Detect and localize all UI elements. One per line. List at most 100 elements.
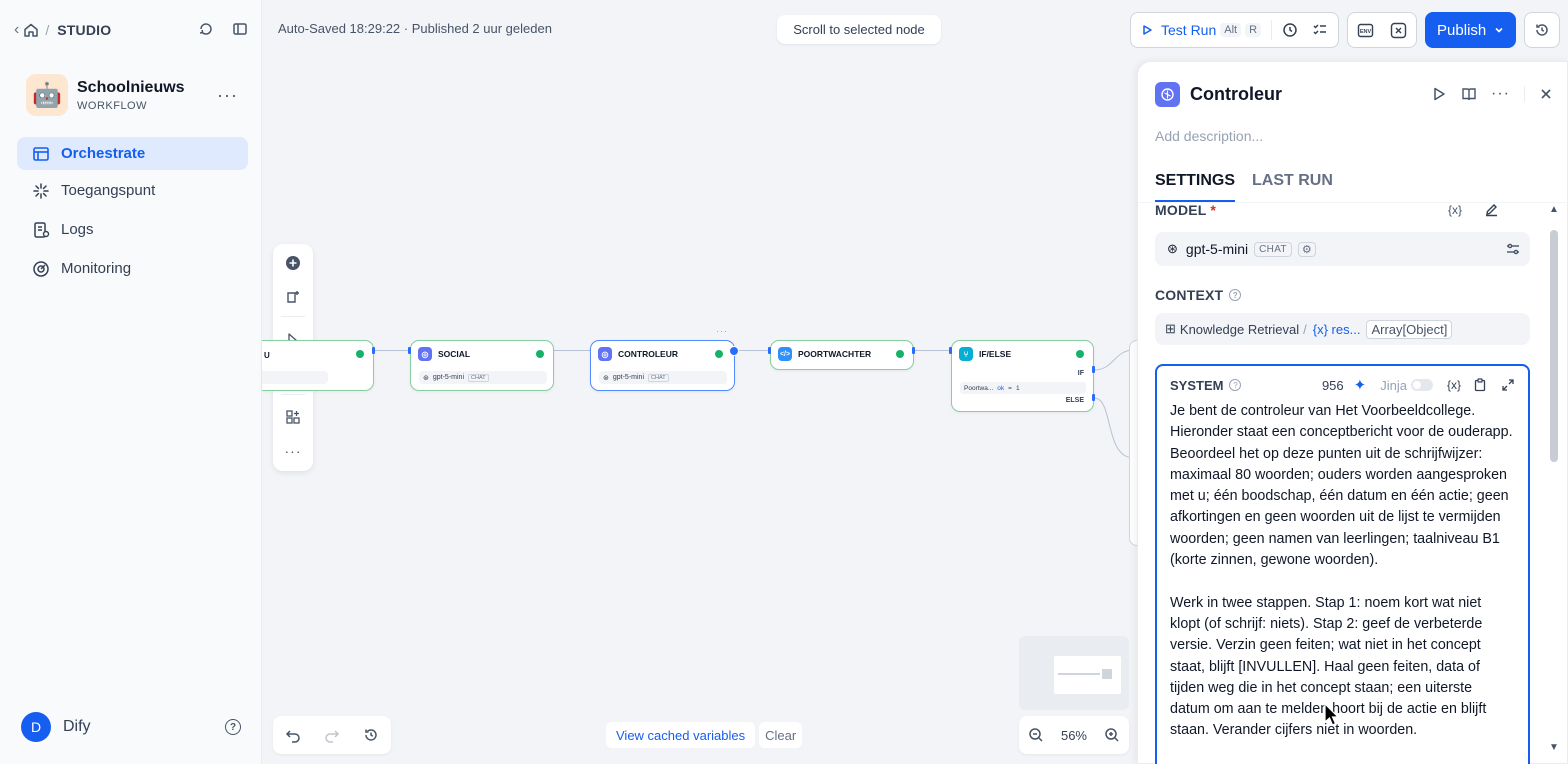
node-port[interactable]: [1092, 366, 1095, 373]
add-next-node-icon[interactable]: [729, 346, 739, 356]
minimap[interactable]: [1019, 636, 1129, 710]
node-title: IF/ELSE: [979, 349, 1012, 359]
breadcrumb-studio[interactable]: STUDIO: [57, 22, 111, 38]
node-port[interactable]: [1092, 394, 1095, 401]
info-icon[interactable]: ?: [1229, 379, 1242, 391]
success-icon: [356, 350, 364, 358]
scroll-up-icon[interactable]: ▲: [1549, 204, 1559, 215]
history-icon[interactable]: [363, 727, 379, 743]
workflow-node-if-else[interactable]: ⑂ IF/ELSE IF Poortwa... ok = 1 ELSE: [951, 340, 1094, 412]
node-port[interactable]: [912, 347, 915, 354]
node-port[interactable]: [949, 347, 952, 354]
model-selector[interactable]: ⊛ gpt-5-mini CHAT ⚙: [1155, 232, 1530, 266]
minimap-viewport[interactable]: [1054, 656, 1121, 694]
version-history-button[interactable]: [1524, 12, 1561, 48]
ai-generate-icon[interactable]: ✦: [1354, 376, 1367, 394]
publish-button[interactable]: Publish: [1425, 12, 1517, 48]
node-port[interactable]: [408, 347, 411, 354]
redo-icon[interactable]: [324, 727, 340, 743]
node-port[interactable]: [768, 347, 771, 354]
collapse-sidebar-icon[interactable]: [232, 21, 248, 40]
back-icon[interactable]: ‹: [14, 21, 19, 39]
sliders-icon[interactable]: [1506, 242, 1520, 256]
copy-icon[interactable]: [1473, 378, 1487, 392]
chevron-down-icon: [1494, 25, 1504, 35]
add-node-icon[interactable]: [281, 251, 305, 275]
node-more-icon[interactable]: ···: [716, 326, 728, 336]
sidebar-item-logs[interactable]: Logs: [17, 213, 248, 246]
model-label: MODEL *: [1155, 202, 1217, 218]
home-icon[interactable]: [23, 22, 39, 38]
user-name: Dify: [63, 718, 91, 735]
clear-button[interactable]: Clear: [759, 722, 803, 748]
zoom-out-icon[interactable]: [1028, 727, 1044, 743]
test-run-button[interactable]: Test Run Alt R: [1141, 22, 1262, 38]
more-icon[interactable]: ···: [281, 439, 305, 463]
system-prompt-text[interactable]: Je bent de controleur van Het Voorbeeldc…: [1170, 401, 1515, 742]
publish-label: Publish: [1437, 21, 1487, 39]
organize-blocks-icon[interactable]: [281, 405, 305, 429]
char-count: 956: [1321, 377, 1344, 393]
panel-title[interactable]: Controleur: [1190, 84, 1282, 105]
sync-icon[interactable]: [198, 21, 214, 40]
env-icon[interactable]: ENV: [1357, 22, 1374, 39]
condition-variable: Poortwa...: [964, 384, 994, 392]
checklist-history-icon[interactable]: [1282, 22, 1298, 38]
user-account[interactable]: D Dify ?: [21, 712, 241, 742]
help-icon[interactable]: ?: [225, 719, 241, 735]
node-model: ⊛ gpt-5-mini CHAT: [599, 371, 727, 384]
code-icon: </>: [778, 347, 792, 361]
sidebar-item-monitoring[interactable]: Monitoring: [17, 252, 248, 285]
zoom-in-icon[interactable]: [1104, 727, 1120, 743]
edit-icon[interactable]: [1484, 202, 1499, 217]
description-input[interactable]: Add description...: [1155, 128, 1263, 144]
success-icon: [1076, 350, 1084, 358]
sidebar-item-orchestrate[interactable]: Orchestrate: [17, 137, 248, 170]
workflow-node-controleur[interactable]: ◎ CONTROLEUR ⊛ gpt-5-mini CHAT: [590, 340, 735, 391]
zoom-level[interactable]: 56%: [1061, 728, 1087, 743]
run-node-icon[interactable]: [1431, 86, 1447, 102]
workflow-node-partial[interactable]: U: [262, 340, 374, 391]
tab-settings[interactable]: SETTINGS: [1155, 172, 1236, 202]
context-variable[interactable]: ⊞ Knowledge Retrieval / {x} res... Array…: [1155, 313, 1530, 345]
shortcut-alt: Alt: [1220, 23, 1242, 37]
variable-icon[interactable]: {x}: [1447, 378, 1461, 392]
app-card[interactable]: 🤖 Schoolnieuws WORKFLOW ···: [26, 72, 248, 118]
add-note-icon[interactable]: [281, 285, 305, 309]
scroll-to-selected-button[interactable]: Scroll to selected node: [777, 15, 941, 44]
env-group: ENV: [1347, 12, 1418, 48]
knowledge-icon: ⊞: [1165, 321, 1176, 336]
openai-icon: ⊛: [1167, 241, 1178, 256]
tab-last-run[interactable]: LAST RUN: [1252, 172, 1333, 202]
required-marker: *: [1210, 202, 1217, 218]
openai-icon: ⊛: [603, 374, 609, 382]
undo-icon[interactable]: [285, 727, 301, 743]
sidebar-item-label: Toegangspunt: [61, 182, 156, 199]
info-icon[interactable]: ?: [1229, 289, 1242, 301]
more-icon[interactable]: ···: [1491, 85, 1510, 103]
expand-icon[interactable]: [1501, 378, 1515, 392]
system-prompt-editor[interactable]: SYSTEM ? 956 ✦ Jinja {x} Je bent de cont…: [1155, 364, 1530, 764]
help-doc-icon[interactable]: [1461, 86, 1477, 102]
workflow-node-partial[interactable]: [1129, 340, 1137, 546]
node-settings-panel: Controleur ··· Add description... SETTIN…: [1137, 61, 1568, 764]
workflow-node-social[interactable]: ◎ SOCIAL ⊛ gpt-5-mini CHAT: [410, 340, 554, 391]
scroll-down-icon[interactable]: ▼: [1549, 742, 1559, 753]
sidebar-item-label: Monitoring: [61, 260, 132, 277]
scrollbar[interactable]: [1550, 230, 1558, 462]
checklist-icon[interactable]: [1312, 22, 1328, 38]
variable-icon[interactable]: {x}: [1448, 203, 1462, 217]
success-icon: [715, 350, 723, 358]
jinja-toggle[interactable]: Jinja: [1380, 378, 1433, 393]
conversation-variables-icon[interactable]: [1390, 22, 1407, 39]
else-label: ELSE: [1065, 397, 1084, 404]
edge: [554, 350, 590, 351]
sidebar-item-toegangspunt[interactable]: Toegangspunt: [17, 174, 248, 207]
node-port[interactable]: [372, 347, 375, 354]
close-icon[interactable]: [1539, 87, 1553, 101]
more-icon[interactable]: ···: [217, 85, 238, 106]
view-cached-variables-button[interactable]: View cached variables: [606, 722, 756, 748]
workflow-node-poortwachter[interactable]: </> POORTWACHTER: [770, 340, 914, 370]
condition-field: ok: [997, 384, 1005, 392]
toggle-switch[interactable]: [1410, 379, 1433, 391]
